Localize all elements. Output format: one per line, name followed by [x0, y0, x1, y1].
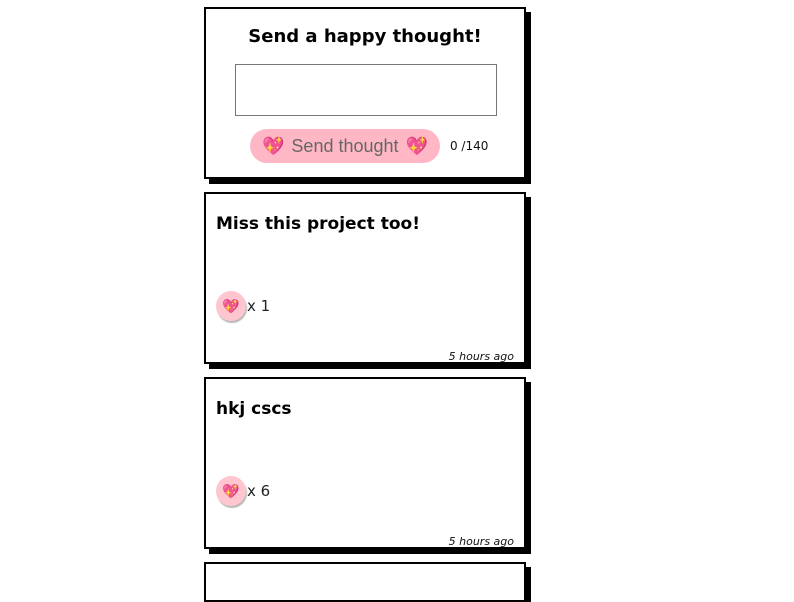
thought-timestamp: 5 hours ago	[448, 350, 514, 363]
thought-timestamp: 5 hours ago	[448, 535, 514, 548]
like-count: x 1	[247, 297, 271, 315]
like-button[interactable]: 💖	[216, 291, 246, 321]
send-row: 💖 Send thought 💖 0 /140	[250, 129, 488, 163]
like-row: 💖 x 6	[216, 476, 270, 506]
like-button[interactable]: 💖	[216, 476, 246, 506]
character-counter: 0 /140	[449, 139, 489, 153]
sparkling-heart-icon: 💖	[222, 297, 240, 314]
thought-input[interactable]	[235, 64, 497, 116]
thought-card: hkj cscs 💖 x 6 5 hours ago	[204, 377, 526, 549]
send-thought-button[interactable]: 💖 Send thought 💖	[250, 129, 440, 163]
sparkling-heart-icon: 💖	[222, 482, 240, 499]
thought-message: Miss this project too!	[216, 214, 420, 234]
thought-card: Miss this project too! 💖 x 1 5 hours ago	[204, 192, 526, 364]
thoughts-feed: Send a happy thought! 💖 Send thought 💖 0…	[204, 7, 526, 602]
sparkling-heart-icon: 💖	[405, 135, 428, 156]
composer-title: Send a happy thought!	[248, 26, 482, 47]
thought-composer-card: Send a happy thought! 💖 Send thought 💖 0…	[204, 7, 526, 179]
like-count: x 6	[247, 482, 271, 500]
sparkling-heart-icon: 💖	[262, 135, 285, 156]
thought-card-partial	[204, 562, 526, 602]
thought-message: hkj cscs	[216, 399, 292, 419]
like-row: 💖 x 1	[216, 291, 270, 321]
send-thought-label: Send thought	[291, 135, 399, 156]
